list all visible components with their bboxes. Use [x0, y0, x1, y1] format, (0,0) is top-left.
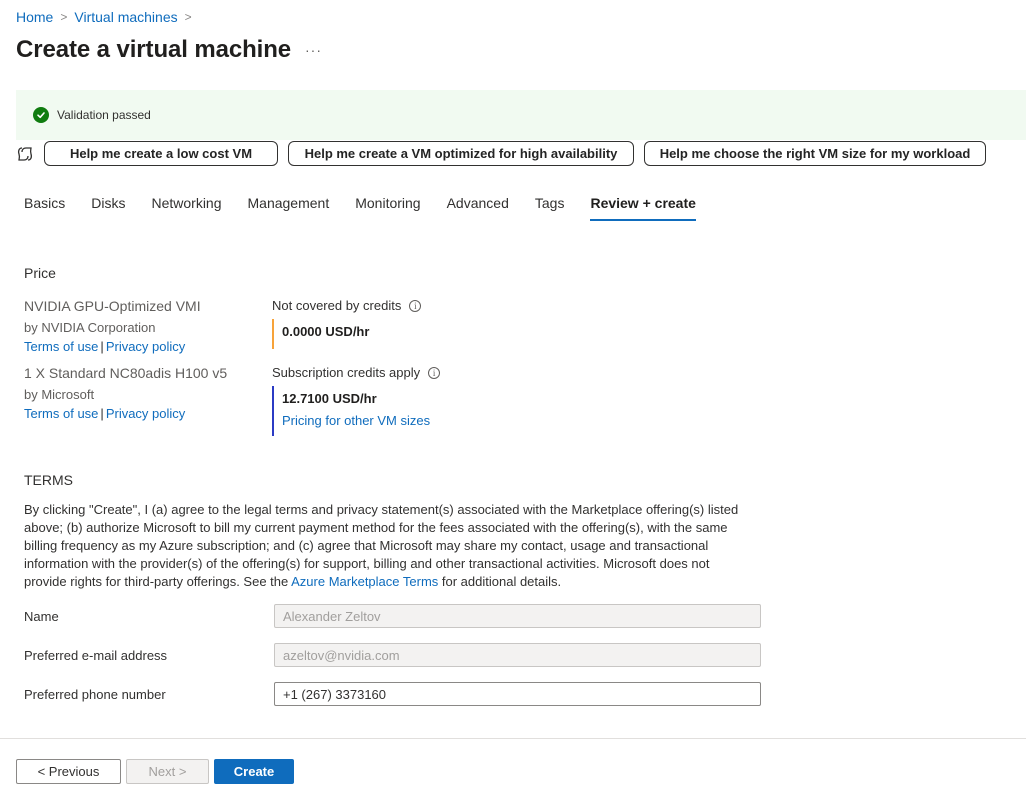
wizard-tabs: Basics Disks Networking Management Monit…	[24, 195, 722, 221]
terms-text-tail: for additional details.	[438, 574, 562, 589]
create-button[interactable]: Create	[214, 759, 294, 784]
offer-item: 1 X Standard NC80adis H100 v5 by Microso…	[24, 363, 264, 423]
terms-text: By clicking "Create", I (a) agree to the…	[24, 501, 744, 591]
terms-of-use-link[interactable]: Terms of use	[24, 406, 98, 421]
breadcrumb: Home > Virtual machines >	[16, 9, 199, 25]
tab-networking[interactable]: Networking	[151, 195, 221, 221]
privacy-policy-link[interactable]: Privacy policy	[106, 406, 185, 421]
copilot-icon	[17, 146, 33, 161]
chevron-right-icon: >	[184, 10, 192, 24]
validation-message: Validation passed	[57, 108, 151, 122]
tab-management[interactable]: Management	[248, 195, 330, 221]
name-label: Name	[24, 608, 59, 624]
tab-advanced[interactable]: Advanced	[447, 195, 509, 221]
phone-label: Preferred phone number	[24, 686, 166, 702]
name-row: Name	[24, 604, 761, 628]
tab-tags[interactable]: Tags	[535, 195, 565, 221]
tab-monitoring[interactable]: Monitoring	[355, 195, 420, 221]
more-options-icon[interactable]: ···	[305, 42, 322, 58]
cost-not-covered: Not covered by credits i 0.0000 USD/hr	[272, 298, 422, 349]
chevron-right-icon: >	[60, 10, 68, 24]
terms-section-title: TERMS	[24, 472, 73, 488]
previous-button[interactable]: < Previous	[16, 759, 121, 784]
tab-review-create[interactable]: Review + create	[590, 195, 696, 221]
cost-label: Subscription credits apply	[272, 365, 421, 380]
offer-name: NVIDIA GPU-Optimized VMI	[24, 298, 201, 314]
copilot-suggestions: Help me create a low cost VM Help me cre…	[16, 141, 996, 166]
price-section-title: Price	[24, 265, 56, 281]
email-row: Preferred e-mail address	[24, 643, 761, 667]
privacy-policy-link[interactable]: Privacy policy	[106, 339, 185, 354]
suggestion-vm-size-button[interactable]: Help me choose the right VM size for my …	[644, 141, 986, 166]
email-label: Preferred e-mail address	[24, 647, 168, 663]
pricing-other-sizes-link[interactable]: Pricing for other VM sizes	[282, 412, 440, 430]
page-title: Create a virtual machine	[16, 36, 292, 63]
cost-credits-apply: Subscription credits apply i 12.7100 USD/…	[272, 365, 441, 436]
offer-publisher: by NVIDIA Corporation	[24, 320, 156, 335]
success-check-icon	[33, 107, 49, 123]
offer-publisher: by Microsoft	[24, 387, 95, 402]
offer-item: NVIDIA GPU-Optimized VMI by NVIDIA Corpo…	[24, 296, 264, 356]
validation-banner: Validation passed	[16, 90, 1026, 140]
phone-row: Preferred phone number	[24, 682, 761, 706]
phone-field[interactable]	[274, 682, 761, 706]
cost-amount: 0.0000 USD/hr	[282, 324, 370, 339]
next-button: Next >	[126, 759, 209, 784]
suggestion-high-availability-button[interactable]: Help me create a VM optimized for high a…	[288, 141, 634, 166]
terms-of-use-link[interactable]: Terms of use	[24, 339, 98, 354]
link-separator: |	[100, 339, 104, 354]
name-field	[274, 604, 761, 628]
wizard-footer: < Previous Next > Create	[0, 738, 1026, 791]
cost-amount: 12.7100 USD/hr	[282, 391, 377, 406]
suggestion-low-cost-vm-button[interactable]: Help me create a low cost VM	[44, 141, 278, 166]
link-separator: |	[100, 406, 104, 421]
price-offers: NVIDIA GPU-Optimized VMI by NVIDIA Corpo…	[24, 296, 264, 423]
tab-basics[interactable]: Basics	[24, 195, 65, 221]
cost-label: Not covered by credits	[272, 298, 402, 313]
cost-box: 12.7100 USD/hr Pricing for other VM size…	[272, 386, 440, 436]
offer-name: 1 X Standard NC80adis H100 v5	[24, 365, 228, 381]
info-icon[interactable]: i	[409, 299, 422, 312]
email-field	[274, 643, 761, 667]
info-icon[interactable]: i	[428, 366, 441, 379]
tab-disks[interactable]: Disks	[91, 195, 125, 221]
azure-marketplace-terms-link[interactable]: Azure Marketplace Terms	[291, 574, 438, 589]
breadcrumb-virtual-machines-link[interactable]: Virtual machines	[74, 9, 177, 25]
cost-box: 0.0000 USD/hr	[272, 319, 421, 349]
breadcrumb-home-link[interactable]: Home	[16, 9, 53, 25]
